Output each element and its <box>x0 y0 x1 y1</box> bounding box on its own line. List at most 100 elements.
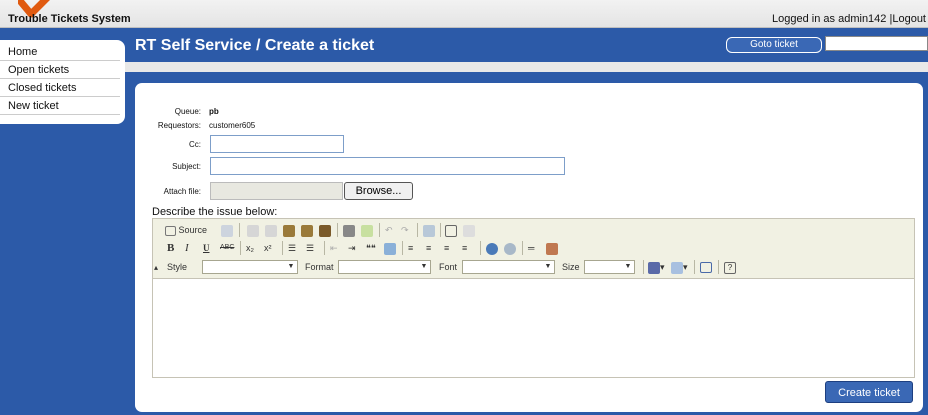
size-select[interactable]: ▼ <box>584 260 635 274</box>
chevron-down-icon: ▼ <box>624 263 632 270</box>
cut-button[interactable] <box>247 223 259 237</box>
font-label: Font <box>439 262 458 272</box>
background-color-icon <box>671 261 683 274</box>
describe-label: Describe the issue below: <box>152 206 278 218</box>
sidebar-item-home[interactable]: Home <box>0 44 120 61</box>
cc-input[interactable] <box>210 135 344 153</box>
attach-file-label: Attach file: <box>163 187 201 196</box>
horizontal-rule-button[interactable]: ═ <box>528 241 534 255</box>
copy-icon <box>265 224 277 237</box>
queue-label: Queue: <box>174 107 201 116</box>
strikethrough-button[interactable]: ABC <box>220 241 234 255</box>
unlink-button[interactable] <box>504 241 516 255</box>
toolbar-separator <box>417 223 418 237</box>
redo-icon: ↷ <box>401 225 409 235</box>
toolbar-row-2: B I U ABC x₂ x² ☰ ☰ ⇤ ⇥ ❝❝ ≡ ≡ ≡ ≡ ═ <box>161 239 905 257</box>
browse-button[interactable]: Browse... <box>344 182 413 200</box>
sidebar-item-new-ticket[interactable]: New ticket <box>0 98 120 115</box>
paste-word-button[interactable] <box>319 223 331 237</box>
text-color-button[interactable]: ▾ <box>648 260 665 274</box>
link-button[interactable] <box>486 241 498 255</box>
div-button[interactable] <box>384 241 396 255</box>
source-label: Source <box>178 225 208 235</box>
toolbar-row-1: Source ↶ ↷ <box>161 221 905 239</box>
logout-link[interactable]: Logout <box>892 13 926 25</box>
justify-icon: ≡ <box>462 243 468 253</box>
align-center-button[interactable]: ≡ <box>426 241 431 255</box>
redo-button[interactable]: ↷ <box>401 223 409 237</box>
goto-ticket-input[interactable] <box>825 36 928 51</box>
paste-text-icon <box>301 224 313 237</box>
size-label: Size <box>562 262 580 272</box>
italic-button[interactable]: I <box>185 241 189 255</box>
maximize-button[interactable] <box>700 260 712 274</box>
style-select[interactable]: ▼ <box>202 260 298 274</box>
remove-format-button[interactable] <box>463 223 475 237</box>
spellcheck-button[interactable] <box>361 223 373 237</box>
chevron-down-icon: ▼ <box>287 263 295 270</box>
superscript-button[interactable]: x² <box>264 241 272 255</box>
toolbar-separator <box>379 223 380 237</box>
toolbar-separator <box>240 241 241 255</box>
toolbar-separator <box>239 223 240 237</box>
ticket-form-panel: Queue: pb Requestors: customer605 Cc: Su… <box>135 83 923 412</box>
paste-text-button[interactable] <box>301 223 313 237</box>
help-icon: ? <box>724 261 736 274</box>
div-container-icon <box>384 242 396 255</box>
subject-label: Subject: <box>172 162 201 171</box>
maximize-icon <box>700 262 712 274</box>
format-select[interactable]: ▼ <box>338 260 431 274</box>
align-left-icon: ≡ <box>408 243 414 253</box>
undo-button[interactable]: ↶ <box>385 223 393 237</box>
find-replace-button[interactable] <box>423 223 435 237</box>
special-char-icon <box>546 242 558 255</box>
special-char-button[interactable] <box>546 241 558 255</box>
paste-button[interactable] <box>283 223 295 237</box>
align-left-button[interactable]: ≡ <box>408 241 413 255</box>
find-replace-icon <box>423 224 435 237</box>
bulleted-list-icon: ☰ <box>306 243 315 253</box>
chevron-down-icon: ▼ <box>544 263 552 270</box>
preview-icon <box>221 224 233 237</box>
font-select[interactable]: ▼ <box>462 260 555 274</box>
header-bar: RT Self Service / Create a ticket Goto t… <box>125 33 928 61</box>
queue-value: pb <box>209 107 219 116</box>
align-center-icon: ≡ <box>426 243 432 253</box>
numbered-list-button[interactable]: ☰ <box>288 241 296 255</box>
cc-label: Cc: <box>189 140 201 149</box>
sidebar-item-closed-tickets[interactable]: Closed tickets <box>0 80 120 97</box>
copy-button[interactable] <box>265 223 277 237</box>
bulleted-list-button[interactable]: ☰ <box>306 241 314 255</box>
underline-button[interactable]: U <box>203 241 210 255</box>
background-color-button[interactable]: ▾ <box>671 260 688 274</box>
undo-icon: ↶ <box>385 225 393 235</box>
print-button[interactable] <box>343 223 355 237</box>
subscript-button[interactable]: x₂ <box>246 241 254 255</box>
justify-button[interactable]: ≡ <box>462 241 467 255</box>
attach-file-input[interactable] <box>210 182 343 200</box>
create-ticket-button[interactable]: Create ticket <box>825 381 913 403</box>
indent-button[interactable]: ⇥ <box>348 241 356 255</box>
subject-input[interactable] <box>210 157 565 175</box>
logged-in-text: Logged in as admin142 <box>772 13 887 25</box>
sidebar-item-open-tickets[interactable]: Open tickets <box>0 62 120 79</box>
outdent-button[interactable]: ⇤ <box>330 241 338 255</box>
bold-button[interactable]: B <box>167 241 174 255</box>
align-right-icon: ≡ <box>444 243 450 253</box>
collapse-toolbar-icon[interactable]: ▴ <box>154 261 158 275</box>
help-button[interactable]: ? <box>724 260 736 274</box>
system-title: Trouble Tickets System <box>8 13 131 25</box>
page-title: RT Self Service / Create a ticket <box>135 37 375 54</box>
chevron-down-icon: ▼ <box>420 263 428 270</box>
select-all-button[interactable] <box>445 223 457 237</box>
align-right-button[interactable]: ≡ <box>444 241 449 255</box>
toolbar-separator <box>522 241 523 255</box>
description-textarea[interactable] <box>153 279 914 377</box>
source-button[interactable]: Source <box>165 223 207 237</box>
goto-ticket-button[interactable]: Goto ticket <box>726 37 822 53</box>
scissors-icon <box>247 224 259 237</box>
format-label: Format <box>305 262 334 272</box>
preview-button[interactable] <box>221 223 233 237</box>
blockquote-button[interactable]: ❝❝ <box>366 241 376 255</box>
toolbar-separator <box>480 241 481 255</box>
